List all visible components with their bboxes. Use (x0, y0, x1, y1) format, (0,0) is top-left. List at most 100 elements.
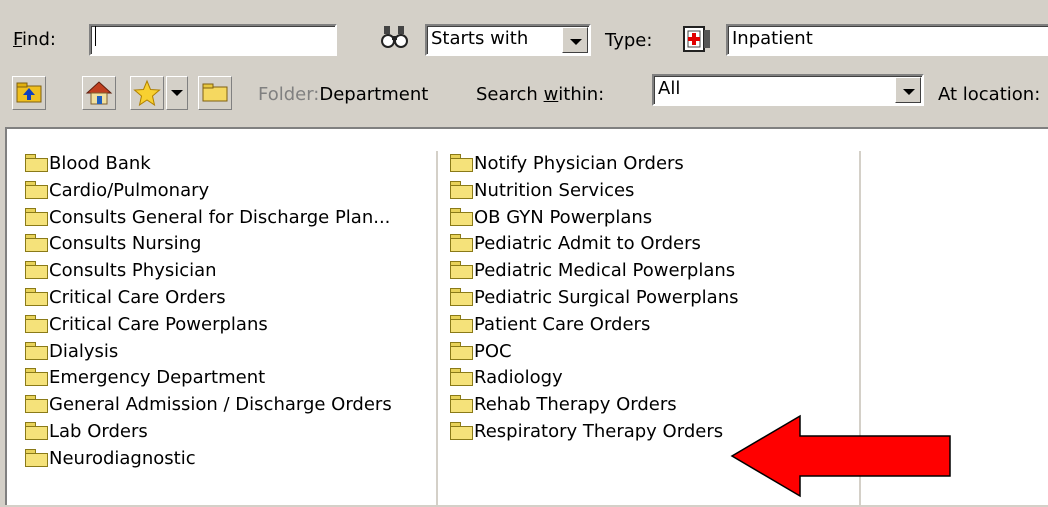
folder-item[interactable]: Pediatric Surgical Powerplans (450, 285, 738, 312)
at-location-label: At location: (938, 84, 1041, 105)
folder-icon (25, 395, 48, 414)
folder-icon (25, 287, 48, 306)
folder-icon (450, 261, 473, 280)
folder-item[interactable]: General Admission / Discharge Orders (25, 392, 392, 419)
favorites-button[interactable] (130, 76, 164, 110)
folder-label: Folder: (258, 84, 320, 105)
folder-icon (450, 207, 473, 226)
folder-icon (25, 368, 48, 387)
folder-icon (450, 341, 473, 360)
folder-icon (25, 207, 48, 226)
folder-item[interactable]: Radiology (450, 365, 738, 392)
folder-item[interactable]: Consults General for Discharge Plan... (25, 205, 392, 232)
folder-item-label: General Admission / Discharge Orders (49, 394, 392, 416)
folder-item-label: Patient Care Orders (474, 313, 651, 335)
folder-item-label: Respiratory Therapy Orders (474, 420, 724, 442)
match-select[interactable]: Starts with (425, 24, 591, 56)
star-icon (133, 79, 161, 107)
folder-icon (450, 180, 473, 199)
folder-item[interactable]: Critical Care Orders (25, 285, 392, 312)
folder-icon (25, 314, 48, 333)
folder-column-2: Notify Physician Orders Nutrition Service… (450, 151, 738, 446)
folder-icon (202, 83, 228, 102)
find-label: Find: (13, 29, 56, 50)
folder-icon (450, 368, 473, 387)
find-input-value (95, 26, 335, 46)
folder-icon (25, 448, 48, 467)
chevron-down-icon[interactable] (562, 27, 588, 53)
folder-item[interactable]: Respiratory Therapy Orders (450, 419, 738, 446)
folder-item[interactable]: Dialysis (25, 339, 392, 366)
folder-item[interactable]: Nutrition Services (450, 178, 738, 205)
favorites-dropdown-button[interactable] (166, 76, 188, 110)
folder-item-label: Dialysis (49, 340, 119, 362)
home-button[interactable] (82, 76, 116, 110)
folder-path: Folder:Department (258, 84, 428, 106)
folder-icon (25, 341, 48, 360)
folder-item-label: OB GYN Powerplans (474, 206, 653, 228)
folder-item[interactable]: Neurodiagnostic (25, 446, 392, 473)
type-select[interactable]: Inpatient (726, 24, 1048, 56)
chevron-down-icon[interactable] (895, 77, 921, 103)
binoculars-icon[interactable] (379, 23, 411, 53)
folder-item-label: Emergency Department (49, 367, 266, 389)
folder-item[interactable]: Pediatric Medical Powerplans (450, 258, 738, 285)
type-select-value: Inpatient (732, 28, 813, 49)
folder-item[interactable]: Pediatric Admit to Orders (450, 231, 738, 258)
folder-item[interactable]: Consults Physician (25, 258, 392, 285)
folder-value: Department (319, 84, 429, 105)
folder-item-label: Pediatric Surgical Powerplans (474, 286, 739, 308)
folder-item-label: Cardio/Pulmonary (49, 179, 210, 201)
folder-item[interactable]: Patient Care Orders (450, 312, 738, 339)
folder-icon (450, 421, 473, 440)
column-divider (436, 151, 438, 507)
folder-item-label: Lab Orders (49, 420, 148, 442)
folder-item-label: Consults Nursing (49, 233, 202, 255)
folder-up-icon (16, 82, 42, 103)
folder-item-label: Critical Care Powerplans (49, 313, 268, 335)
folder-icon (25, 234, 48, 253)
chevron-down-icon (171, 90, 183, 96)
folder-item-label: POC (474, 340, 512, 362)
folder-icon (25, 154, 48, 172)
folder-item-label: Consults Physician (49, 260, 217, 282)
find-input[interactable] (89, 24, 337, 56)
folder-icon (450, 287, 473, 306)
folder-item[interactable]: Notify Physician Orders (450, 151, 738, 178)
folder-item[interactable]: Consults Nursing (25, 231, 392, 258)
folder-item-label: Consults General for Discharge Plan... (49, 206, 391, 228)
folder-item-label: Pediatric Medical Powerplans (474, 260, 736, 282)
folder-icon (450, 314, 473, 333)
search-within-select[interactable]: All (652, 74, 924, 106)
folder-item[interactable]: OB GYN Powerplans (450, 205, 738, 232)
folder-item[interactable]: Blood Bank (25, 151, 392, 178)
inpatient-icon (680, 24, 714, 54)
folder-up-button[interactable] (12, 76, 46, 110)
folder-item-label: Pediatric Admit to Orders (474, 233, 701, 255)
folder-item-label: Notify Physician Orders (474, 153, 684, 174)
folder-item-label: Blood Bank (49, 153, 151, 174)
folder-icon (25, 261, 48, 280)
type-label: Type: (605, 30, 653, 51)
folder-item-label: Radiology (474, 367, 563, 389)
folder-item-label: Rehab Therapy Orders (474, 394, 677, 416)
red-arrow-annotation (730, 414, 951, 498)
folder-item[interactable]: Rehab Therapy Orders (450, 392, 738, 419)
folder-icon (25, 421, 48, 440)
folder-icon (25, 180, 48, 199)
folder-item-label: Neurodiagnostic (49, 447, 196, 469)
folder-item[interactable]: Lab Orders (25, 419, 392, 446)
folder-icon (450, 234, 473, 253)
folder-icon (450, 395, 473, 414)
folder-item-label: Nutrition Services (474, 179, 635, 201)
folder-item-label: Critical Care Orders (49, 286, 226, 308)
folder-column-1: Blood Bank Cardio/Pulmonary Consults Gener… (25, 151, 392, 473)
folder-item[interactable]: Emergency Department (25, 365, 392, 392)
folder-item[interactable]: POC (450, 339, 738, 366)
search-within-label: Search within: (476, 84, 605, 105)
folder-button[interactable] (198, 76, 232, 110)
folder-icon (450, 154, 473, 172)
home-icon (85, 81, 113, 105)
folder-item[interactable]: Cardio/Pulmonary (25, 178, 392, 205)
folder-item[interactable]: Critical Care Powerplans (25, 312, 392, 339)
